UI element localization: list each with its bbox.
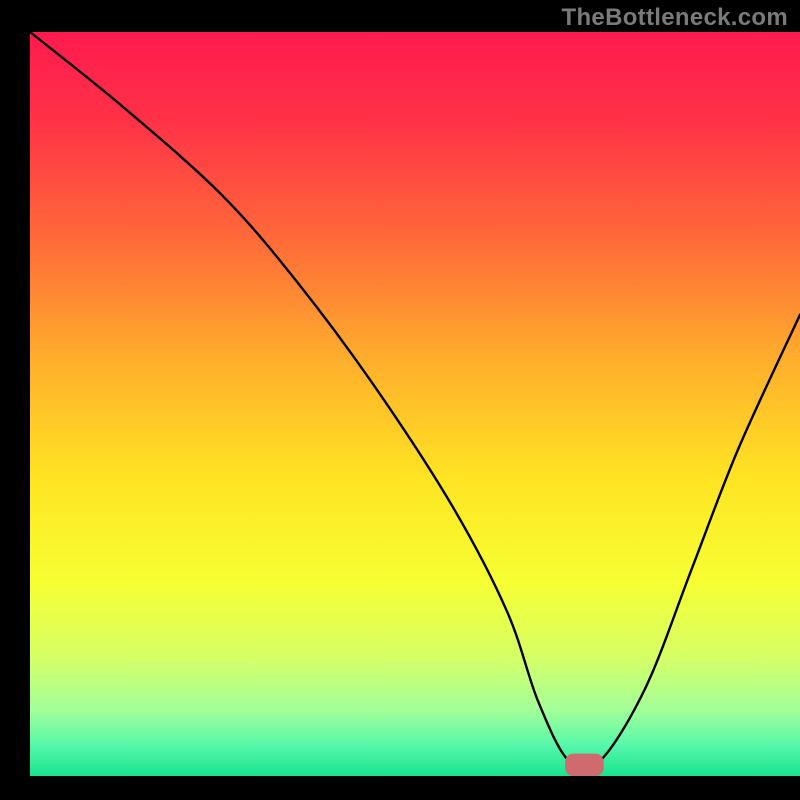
plot-background bbox=[30, 32, 800, 776]
optimal-marker bbox=[565, 754, 604, 776]
bottleneck-chart bbox=[0, 0, 800, 800]
chart-frame: TheBottleneck.com bbox=[0, 0, 800, 800]
